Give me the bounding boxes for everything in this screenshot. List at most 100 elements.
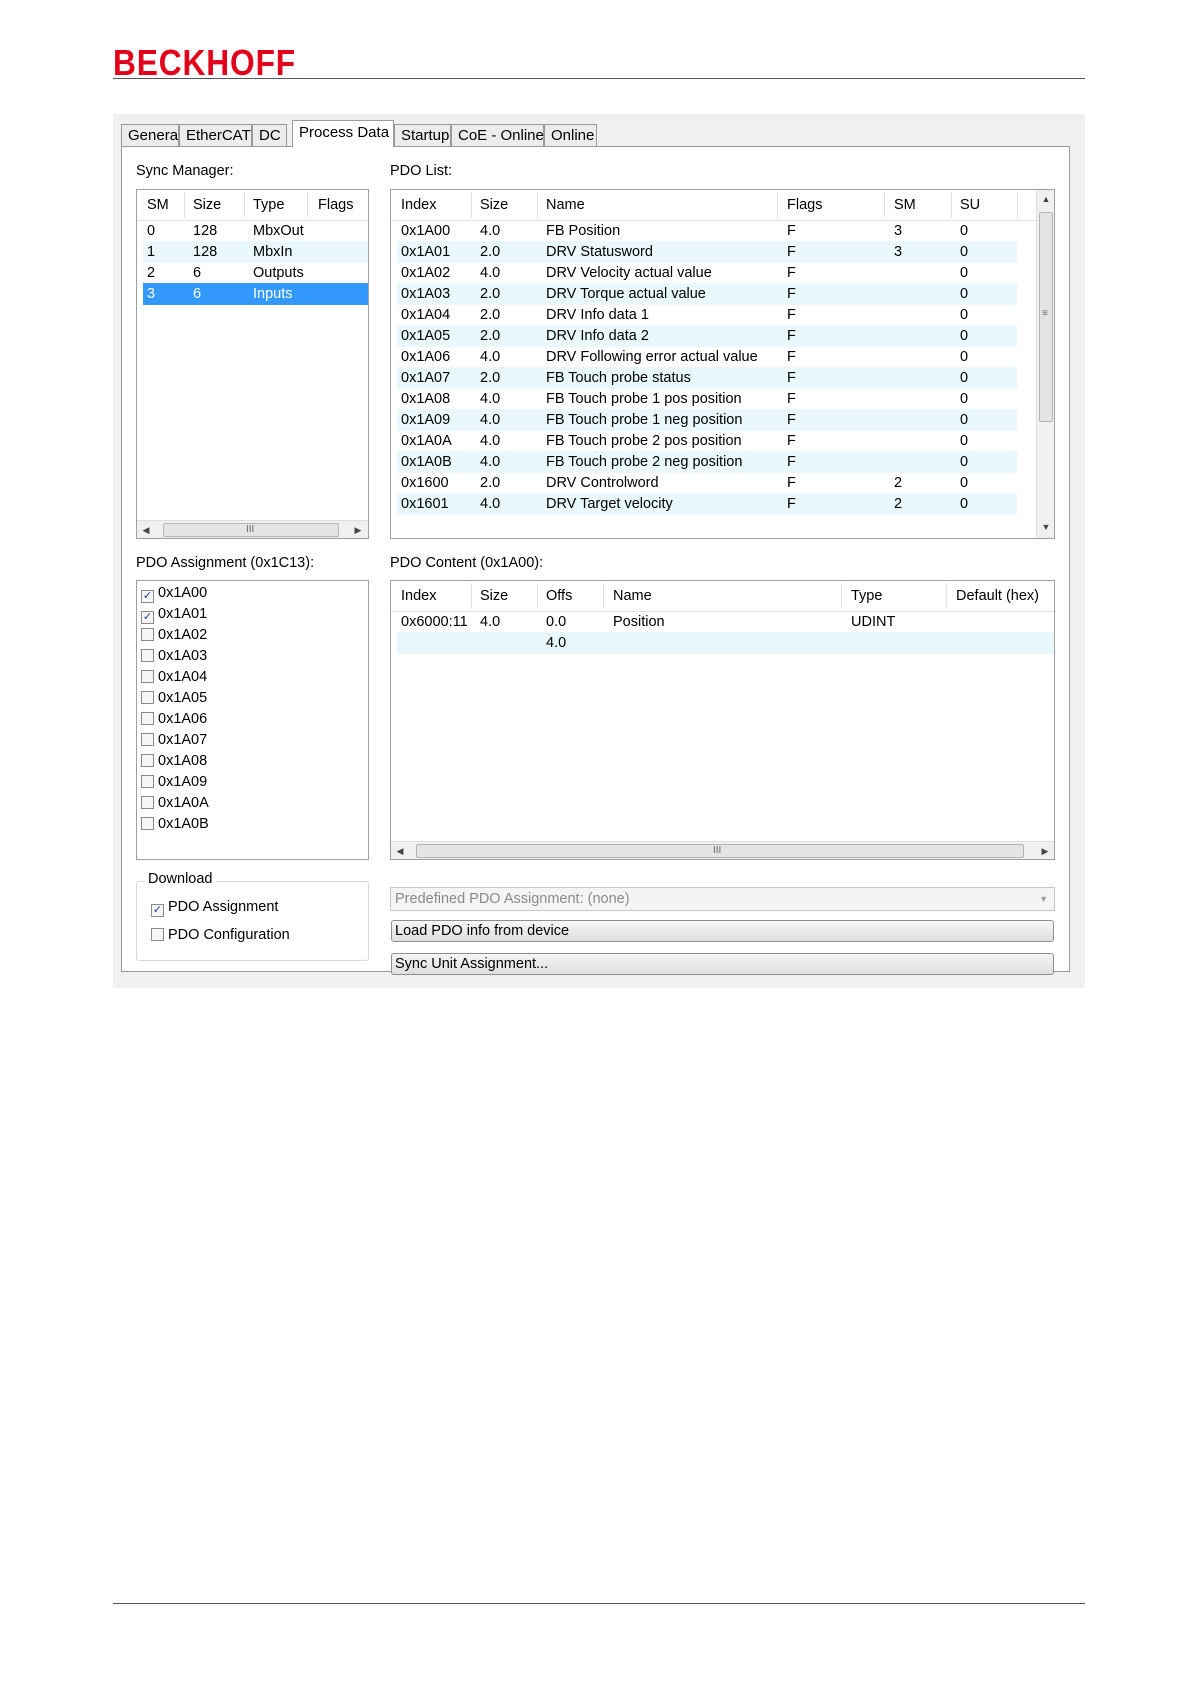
checkbox[interactable] xyxy=(141,817,154,830)
table-row[interactable]: 0x6000:11 4.0 0.0 Position UDINT xyxy=(397,611,1054,633)
col-su[interactable]: SU xyxy=(960,190,980,220)
download-pdo-assignment-option[interactable]: ✓ PDO Assignment xyxy=(151,897,278,918)
table-row[interactable]: 0x1A00 4.0 FB Position F 3 0 xyxy=(397,220,1017,242)
table-row[interactable]: 0x1A02 4.0 DRV Velocity actual value F 0 xyxy=(397,262,1017,284)
scroll-up-arrow-icon[interactable]: ▲ xyxy=(1037,190,1054,208)
scroll-thumb[interactable]: III xyxy=(163,523,339,537)
assignment-item[interactable]: ✓ 0x1A00 xyxy=(141,583,207,604)
table-row[interactable]: 0x1A08 4.0 FB Touch probe 1 pos position F 0 xyxy=(397,388,1017,410)
sync-manager-hscrollbar[interactable]: ◀ III ▶ xyxy=(137,520,368,538)
checkbox[interactable] xyxy=(141,775,154,788)
scroll-left-arrow-icon[interactable]: ◀ xyxy=(137,521,155,538)
assignment-item[interactable]: ✓ 0x1A01 xyxy=(141,604,207,625)
table-row[interactable]: 0x1A0B 4.0 FB Touch probe 2 neg position F 0 xyxy=(397,451,1017,473)
col-type[interactable]: Type xyxy=(851,581,882,611)
table-row[interactable]: 0x1A05 2.0 DRV Info data 2 F 0 xyxy=(397,325,1017,347)
scroll-right-arrow-icon[interactable]: ▶ xyxy=(1036,842,1054,859)
assignment-item[interactable]: 0x1A08 xyxy=(141,751,207,772)
col-index[interactable]: Index xyxy=(401,581,436,611)
table-row[interactable]: 0x1A03 2.0 DRV Torque actual value F 0 xyxy=(397,283,1017,305)
col-index[interactable]: Index xyxy=(401,190,436,220)
cell-index: 0x6000:11 xyxy=(401,614,468,630)
sync-unit-assignment-button[interactable]: Sync Unit Assignment... xyxy=(391,953,1054,975)
assignment-item[interactable]: 0x1A0B xyxy=(141,814,209,835)
col-name[interactable]: Name xyxy=(546,190,585,220)
cell-name: DRV Info data 2 xyxy=(546,328,649,344)
load-pdo-info-button[interactable]: Load PDO info from device xyxy=(391,920,1054,942)
cell-size: 4.0 xyxy=(480,454,501,470)
table-row[interactable]: 4.0 xyxy=(397,632,1054,654)
pdo-content-hscrollbar[interactable]: ◀ III ▶ xyxy=(391,841,1054,859)
checkbox[interactable]: ✓ xyxy=(141,590,154,603)
assignment-item[interactable]: 0x1A06 xyxy=(141,709,207,730)
cell-index: 0x1A03 xyxy=(401,286,451,302)
scroll-down-arrow-icon[interactable]: ▼ xyxy=(1037,518,1054,536)
table-row[interactable]: 0x1A09 4.0 FB Touch probe 1 neg position F 0 xyxy=(397,409,1017,431)
cell-name: DRV Controlword xyxy=(546,475,659,491)
tab-process-data[interactable]: Process Data xyxy=(292,120,394,147)
col-size[interactable]: Size xyxy=(193,190,221,220)
checkbox[interactable]: ✓ xyxy=(151,904,164,917)
checkbox[interactable] xyxy=(141,670,154,683)
pdo-list-vscrollbar[interactable]: ▲ ≡ ▼ xyxy=(1036,190,1054,538)
footer-rule xyxy=(113,1603,1085,1604)
checkbox[interactable] xyxy=(141,733,154,746)
col-size[interactable]: Size xyxy=(480,581,508,611)
cell-name: FB Touch probe 1 pos position xyxy=(546,391,742,407)
scroll-thumb[interactable]: ≡ xyxy=(1039,212,1053,422)
tab-startup[interactable]: Startup xyxy=(394,124,451,146)
assignment-item[interactable]: 0x1A07 xyxy=(141,730,207,751)
download-pdo-configuration-option[interactable]: PDO Configuration xyxy=(151,925,290,946)
header-rule xyxy=(113,78,1085,79)
checkbox[interactable] xyxy=(141,796,154,809)
tab-coe-online[interactable]: CoE - Online xyxy=(451,124,544,146)
checkbox[interactable] xyxy=(141,649,154,662)
assignment-label: 0x1A05 xyxy=(158,690,208,706)
assignment-item[interactable]: 0x1A04 xyxy=(141,667,207,688)
scroll-right-arrow-icon[interactable]: ▶ xyxy=(349,521,367,538)
assignment-item[interactable]: 0x1A05 xyxy=(141,688,207,709)
checkbox[interactable] xyxy=(141,628,154,641)
cell-flags: F xyxy=(787,265,796,281)
checkbox[interactable] xyxy=(151,928,164,941)
cell-size: 4.0 xyxy=(480,265,501,281)
scroll-thumb[interactable]: III xyxy=(416,844,1024,858)
col-flags[interactable]: Flags xyxy=(318,190,353,220)
col-type[interactable]: Type xyxy=(253,190,284,220)
table-row[interactable]: 0x1A0A 4.0 FB Touch probe 2 pos position F 0 xyxy=(397,430,1017,452)
table-row[interactable]: 0x1A01 2.0 DRV Statusword F 3 0 xyxy=(397,241,1017,263)
tab-ethercat[interactable]: EtherCAT xyxy=(179,124,252,146)
predefined-pdo-assignment-select[interactable]: Predefined PDO Assignment: (none) ▼ xyxy=(390,887,1055,911)
col-size[interactable]: Size xyxy=(480,190,508,220)
assignment-item[interactable]: 0x1A03 xyxy=(141,646,207,667)
col-sm[interactable]: SM xyxy=(894,190,916,220)
col-sm[interactable]: SM xyxy=(147,190,169,220)
table-row[interactable]: 0 128 MbxOut xyxy=(143,220,368,242)
table-row[interactable]: 3 6 Inputs xyxy=(143,283,368,305)
checkbox[interactable] xyxy=(141,754,154,767)
tab-general[interactable]: General xyxy=(121,124,181,146)
assignment-item[interactable]: 0x1A09 xyxy=(141,772,207,793)
table-row[interactable]: 1 128 MbxIn xyxy=(143,241,368,263)
assignment-item[interactable]: 0x1A0A xyxy=(141,793,209,814)
tab-dc[interactable]: DC xyxy=(252,124,287,146)
checkbox[interactable] xyxy=(141,712,154,725)
checkbox[interactable] xyxy=(141,691,154,704)
cell-size: 4.0 xyxy=(480,412,501,428)
col-default[interactable]: Default (hex) xyxy=(956,581,1039,611)
col-name[interactable]: Name xyxy=(613,581,652,611)
col-offs[interactable]: Offs xyxy=(546,581,572,611)
table-row[interactable]: 0x1A07 2.0 FB Touch probe status F 0 xyxy=(397,367,1017,389)
tab-online[interactable]: Online xyxy=(544,124,597,146)
scroll-left-arrow-icon[interactable]: ◀ xyxy=(391,842,409,859)
table-row[interactable]: 2 6 Outputs xyxy=(143,262,368,284)
table-row[interactable]: 0x1600 2.0 DRV Controlword F 2 0 xyxy=(397,472,1017,494)
table-row[interactable]: 0x1601 4.0 DRV Target velocity F 2 0 xyxy=(397,493,1017,515)
pdo-list: Index Size Name Flags SM SU 0x1A00 4.0 FB … xyxy=(390,189,1055,539)
assignment-item[interactable]: 0x1A02 xyxy=(141,625,207,646)
table-row[interactable]: 0x1A06 4.0 DRV Following error actual valu… xyxy=(397,346,1017,368)
table-row[interactable]: 0x1A04 2.0 DRV Info data 1 F 0 xyxy=(397,304,1017,326)
checkbox[interactable]: ✓ xyxy=(141,611,154,624)
col-flags[interactable]: Flags xyxy=(787,190,822,220)
cell-name: DRV Statusword xyxy=(546,244,653,260)
